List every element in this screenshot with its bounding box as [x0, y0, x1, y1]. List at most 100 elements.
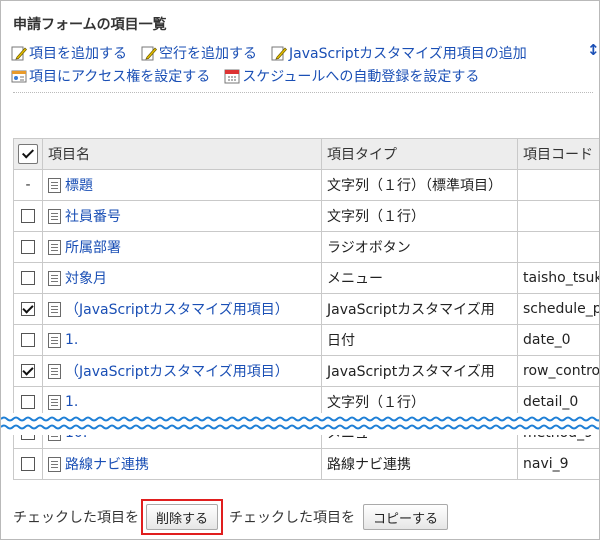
item-code-cell	[517, 169, 599, 201]
table-header-row: 項目名 項目タイプ 項目コード	[13, 138, 599, 170]
add-item-link[interactable]: 項目を追加する	[11, 43, 127, 63]
delete-button[interactable]: 削除する	[146, 504, 219, 530]
table-row: - 標題 文字列（１行）（標準項目）	[13, 169, 599, 201]
row-checkbox[interactable]	[21, 240, 35, 254]
table-row: 対象月 メニュー taisho_tsuki	[13, 262, 599, 294]
item-name-cell: 対象月	[42, 262, 322, 294]
row-checkbox[interactable]	[21, 209, 35, 223]
table-row: （JavaScriptカスタマイズ用項目） JavaScriptカスタマイズ用 ro…	[13, 355, 599, 387]
item-code-cell: date_0	[517, 324, 599, 356]
document-icon	[48, 239, 61, 255]
item-name-link[interactable]: 対象月	[65, 271, 107, 287]
item-name-cell: 路線ナビ連携	[42, 448, 322, 480]
sort-arrows-icon[interactable]: ↕	[587, 41, 599, 59]
item-name-link[interactable]: 1.	[65, 332, 78, 348]
document-icon	[48, 456, 61, 472]
row-checkbox[interactable]	[21, 302, 35, 316]
item-type-cell: メニュー	[321, 262, 518, 294]
select-all-cell	[13, 138, 43, 170]
header-item-name: 項目名	[42, 138, 322, 170]
form-item-list-panel: 申請フォームの項目一覧 項目を追加する 空行を追加する JavaScriptカス…	[0, 0, 600, 540]
document-icon	[48, 208, 61, 224]
omitted-rows-break	[1, 413, 599, 435]
edit-add-icon	[11, 46, 27, 60]
add-blank-row-link[interactable]: 空行を追加する	[141, 43, 257, 63]
item-name-link[interactable]: 標題	[65, 178, 93, 194]
item-code-cell	[517, 231, 599, 263]
item-name-link[interactable]: 社員番号	[65, 209, 121, 225]
document-icon	[48, 363, 61, 379]
item-code-cell: taisho_tsuki	[517, 262, 599, 294]
table-row: 所属部署 ラジオボタン	[13, 231, 599, 263]
row-select-cell	[13, 355, 43, 387]
row-select-cell: -	[13, 169, 43, 201]
edit-add-icon	[271, 46, 287, 60]
item-name-cell: （JavaScriptカスタマイズ用項目）	[42, 293, 322, 325]
document-icon	[48, 177, 61, 193]
select-all-checkbox[interactable]	[18, 144, 38, 164]
row-checkbox[interactable]	[21, 364, 35, 378]
item-name-cell: 所属部署	[42, 231, 322, 263]
set-schedule-link[interactable]: スケジュールへの自動登録を設定する	[224, 66, 479, 86]
item-code-cell: row_control	[517, 355, 599, 387]
header-item-type: 項目タイプ	[321, 138, 518, 170]
document-icon	[48, 301, 61, 317]
copy-button[interactable]: コピーする	[363, 504, 449, 530]
item-type-cell: 路線ナビ連携	[321, 448, 518, 480]
checked-items-label: チェックした項目を	[13, 510, 139, 526]
checked-items-label: チェックした項目を	[229, 510, 356, 526]
add-blank-row-label: 空行を追加する	[159, 45, 257, 62]
item-name-cell: 1.	[42, 324, 322, 356]
calendar-icon	[224, 69, 240, 83]
bulk-action-bar: チェックした項目を 削除する チェックした項目を コピーする	[13, 499, 449, 535]
item-name-link[interactable]: 1.	[65, 394, 78, 410]
access-permission-icon	[11, 70, 27, 82]
row-checkbox[interactable]	[21, 333, 35, 347]
row-select-cell	[13, 231, 43, 263]
item-type-cell: 文字列（１行）	[321, 200, 518, 232]
row-select-cell	[13, 262, 43, 294]
item-type-cell: 文字列（１行）（標準項目）	[321, 169, 518, 201]
row-checkbox[interactable]	[21, 271, 35, 285]
item-name-link[interactable]: （JavaScriptカスタマイズ用項目）	[65, 302, 289, 318]
row-select-cell	[13, 324, 43, 356]
document-icon	[48, 332, 61, 348]
set-access-link[interactable]: 項目にアクセス権を設定する	[11, 66, 210, 86]
item-code-cell	[517, 200, 599, 232]
item-type-cell: ラジオボタン	[321, 231, 518, 263]
add-js-item-label: JavaScriptカスタマイズ用項目の追加	[289, 45, 527, 62]
row-select-cell	[13, 293, 43, 325]
item-name-link[interactable]: 所属部署	[65, 240, 121, 256]
item-code-cell: navi_9	[517, 448, 599, 480]
action-links: 項目を追加する 空行を追加する JavaScriptカスタマイズ用項目の追加 項…	[11, 41, 599, 87]
item-type-cell: JavaScriptカスタマイズ用	[321, 293, 518, 325]
item-type-cell: JavaScriptカスタマイズ用	[321, 355, 518, 387]
divider	[13, 92, 593, 93]
item-name-link[interactable]: 路線ナビ連携	[65, 457, 149, 473]
set-access-label: 項目にアクセス権を設定する	[29, 68, 211, 85]
item-code-cell: schedule_p	[517, 293, 599, 325]
set-schedule-label: スケジュールへの自動登録を設定する	[242, 68, 480, 85]
item-name-cell: 標題	[42, 169, 322, 201]
add-item-label: 項目を追加する	[29, 45, 127, 62]
page-title: 申請フォームの項目一覧	[13, 17, 167, 33]
row-checkbox[interactable]	[21, 457, 35, 471]
item-type-cell: 日付	[321, 324, 518, 356]
table-row: 社員番号 文字列（１行）	[13, 200, 599, 232]
add-js-item-link[interactable]: JavaScriptカスタマイズ用項目の追加	[271, 43, 527, 63]
row-checkbox[interactable]	[21, 395, 35, 409]
item-name-cell: 社員番号	[42, 200, 322, 232]
table-row: 路線ナビ連携 路線ナビ連携 navi_9	[13, 448, 599, 480]
document-icon	[48, 394, 61, 410]
item-name-cell: （JavaScriptカスタマイズ用項目）	[42, 355, 322, 387]
row-select-cell	[13, 200, 43, 232]
table-row: 1. 日付 date_0	[13, 324, 599, 356]
document-icon	[48, 270, 61, 286]
table-row: （JavaScriptカスタマイズ用項目） JavaScriptカスタマイズ用 sc…	[13, 293, 599, 325]
row-select-cell	[13, 448, 43, 480]
no-select-dash: -	[25, 177, 31, 193]
item-name-link[interactable]: （JavaScriptカスタマイズ用項目）	[65, 364, 289, 380]
header-item-code: 項目コード	[517, 138, 599, 170]
edit-add-icon	[141, 46, 157, 60]
delete-button-highlight: 削除する	[141, 499, 224, 535]
